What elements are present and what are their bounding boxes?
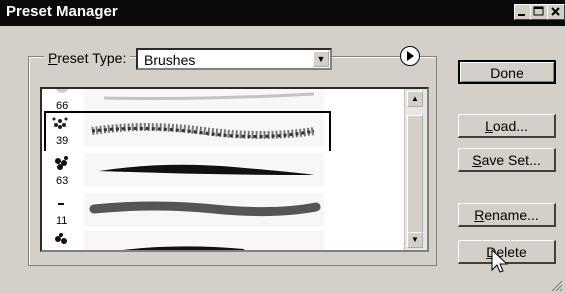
spatter-thumbnail-icon: [55, 233, 67, 244]
resize-grip-icon[interactable]: [549, 278, 563, 292]
title-bar: Preset Manager: [0, 0, 565, 26]
menu-arrow-icon: [407, 51, 414, 61]
save-set-button[interactable]: Save Set...: [458, 148, 556, 172]
brush-stroke-preview: [84, 193, 324, 227]
brush-thumbnail: 66: [46, 89, 82, 112]
list-item-selected[interactable]: 39: [42, 111, 406, 153]
brush-stroke-preview: [84, 231, 324, 250]
rename-button[interactable]: Rename...: [458, 203, 556, 227]
preset-type-select[interactable]: Brushes ▼: [136, 48, 332, 70]
separator-line: [340, 56, 398, 57]
mouse-cursor-icon: [491, 249, 509, 273]
brush-count: 63: [56, 175, 69, 187]
brush-stroke-preview: [84, 89, 324, 112]
scroll-up-icon[interactable]: ▲: [407, 91, 423, 107]
list-item[interactable]: 11: [42, 191, 406, 229]
done-button[interactable]: Done: [458, 60, 556, 84]
preset-type-label-text: reset Type:: [57, 50, 127, 66]
dot-thumbnail-icon: [58, 203, 64, 205]
maximize-button[interactable]: [530, 4, 548, 20]
preset-type-label: Preset Type:: [44, 50, 131, 66]
brush-thumbnail: 11: [46, 193, 82, 227]
list-item[interactable]: 66: [42, 89, 406, 114]
brush-thumbnail: [46, 231, 82, 250]
list-item[interactable]: [42, 229, 406, 250]
preset-type-value: Brushes: [144, 52, 196, 68]
spatter-thumbnail-icon: [55, 156, 68, 170]
maximize-icon: [533, 6, 544, 16]
brush-stroke-preview: [84, 153, 324, 187]
window-title: Preset Manager: [6, 3, 118, 20]
preset-type-label-mnemonic: P: [48, 50, 58, 66]
preset-manager-window: Preset Manager Preset Type: Brushes ▼ 66: [0, 0, 565, 294]
separator-line-right: [421, 56, 435, 57]
brush-list[interactable]: 66 39 63 11 ▲ ▼: [40, 87, 429, 252]
vertical-scrollbar[interactable]: ▲ ▼: [404, 89, 427, 250]
list-item[interactable]: 63: [42, 151, 406, 189]
close-icon: [551, 7, 560, 16]
scrollbar-thumb[interactable]: [407, 115, 423, 245]
minimize-icon: [518, 14, 525, 16]
brush-thumbnail: 63: [46, 153, 82, 187]
menu-arrow-button[interactable]: [400, 46, 420, 66]
load-button[interactable]: Load...: [458, 114, 556, 138]
dropdown-arrow-icon[interactable]: ▼: [313, 51, 329, 67]
close-button[interactable]: [547, 4, 565, 20]
scroll-down-icon[interactable]: ▼: [407, 232, 423, 248]
selection-highlight: [44, 111, 331, 153]
brush-count: 11: [56, 215, 68, 227]
